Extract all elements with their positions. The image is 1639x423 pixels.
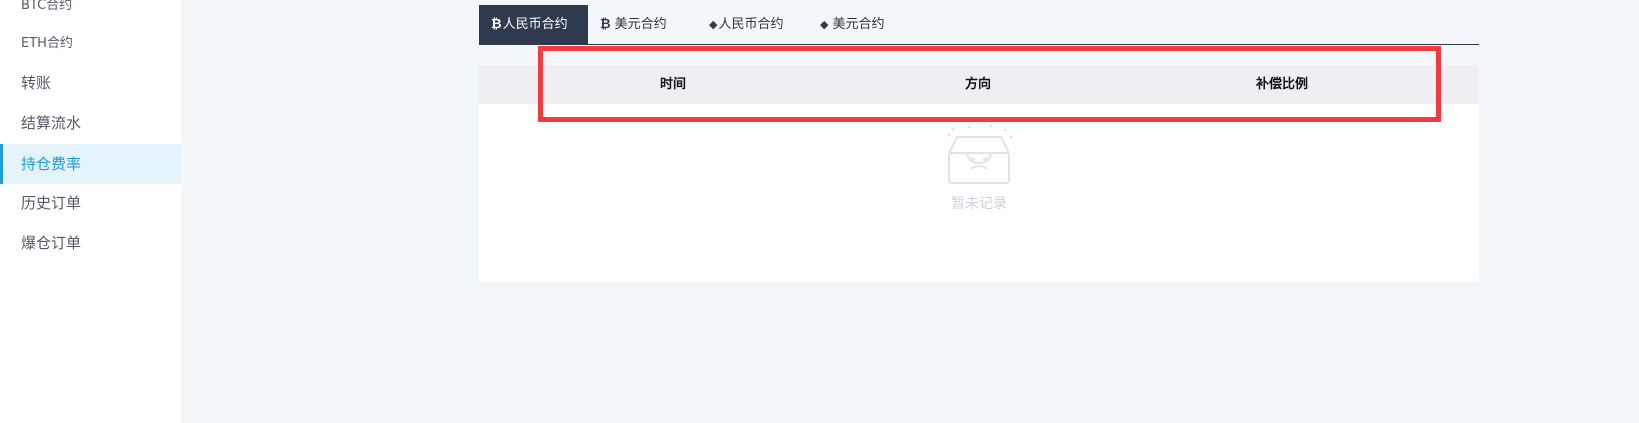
ethereum-icon: ◆ [709, 18, 718, 31]
sidebar-item-eth-contract[interactable]: ETH合约 [0, 24, 181, 64]
tab-eth-usd[interactable]: ◆ 美元合约 [820, 5, 884, 44]
sidebar-item-settlement[interactable]: 结算流水 [0, 103, 181, 143]
column-header-compensation-ratio: 补偿比例 [1255, 77, 1308, 92]
tab-label: 美元合约 [614, 17, 667, 32]
column-header-time: 时间 [659, 77, 686, 92]
empty-state: 暂未记录 [939, 123, 1019, 213]
sidebar-item-funding-rate[interactable]: 持仓费率 [0, 144, 181, 184]
empty-box-icon [947, 124, 1013, 184]
tab-label: 人民币合约 [502, 17, 568, 32]
contract-tabs: ₿人民币合约 ₿ 美元合约 ◆人民币合约 ◆ 美元合约 [479, 5, 1479, 45]
sidebar: BTC合约 ETH合约 转账 结算流水 持仓费率 历史订单 爆仓订单 [0, 0, 181, 423]
empty-state-text: 暂未记录 [951, 196, 1007, 212]
ethereum-icon: ◆ [820, 18, 829, 31]
bitcoin-icon: ₿ [491, 17, 502, 32]
sidebar-item-liquidation-orders[interactable]: 爆仓订单 [0, 223, 181, 263]
tab-btc-cny[interactable]: ₿人民币合约 [479, 5, 588, 44]
table-header: 时间 方向 补偿比例 [479, 65, 1479, 104]
funding-rate-table: 时间 方向 补偿比例 暂未记录 [479, 65, 1479, 282]
sidebar-item-btc-contract[interactable]: BTC合约 [0, 0, 181, 26]
column-header-direction: 方向 [964, 77, 991, 92]
bitcoin-icon: ₿ [600, 17, 611, 32]
tab-label: 美元合约 [832, 17, 885, 32]
tab-btc-usd[interactable]: ₿ 美元合约 [600, 5, 667, 44]
sidebar-item-order-history[interactable]: 历史订单 [0, 183, 181, 223]
tab-label: 人民币合约 [718, 17, 784, 32]
sidebar-item-transfer[interactable]: 转账 [0, 63, 181, 103]
tab-eth-cny[interactable]: ◆人民币合约 [709, 5, 783, 44]
